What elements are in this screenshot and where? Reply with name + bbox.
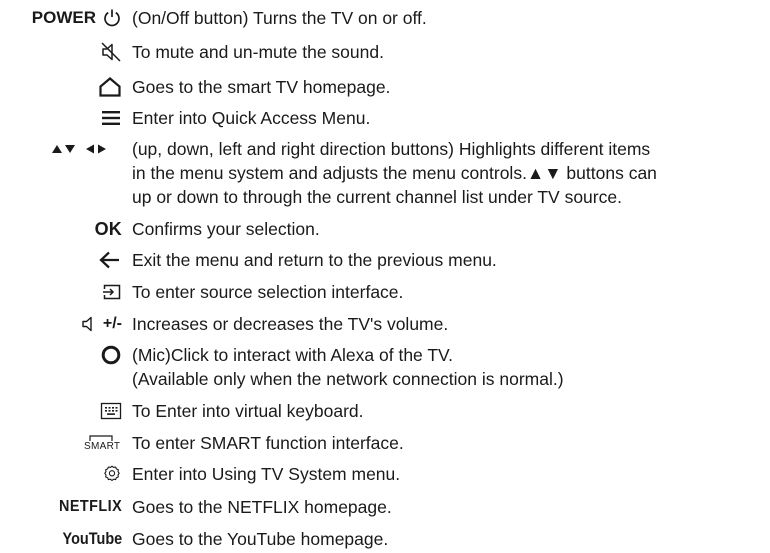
netflix-description: Goes to the NETFLIX homepage.	[132, 497, 392, 517]
mic-key	[0, 343, 122, 367]
power-icon	[102, 8, 122, 28]
source-description: To enter source selection interface.	[132, 282, 404, 302]
mic-description-line-2: (Available only when the network connect…	[132, 369, 564, 389]
power-key: POWER	[0, 6, 122, 30]
smart-icon: SMART	[80, 432, 122, 454]
mute-description: To mute and un-mute the sound.	[132, 42, 384, 62]
direction-description-line-2: in the menu system and adjusts the menu …	[132, 163, 657, 183]
volume-icon	[81, 315, 99, 333]
settings-key	[0, 462, 122, 486]
smart-label: SMART	[84, 441, 121, 452]
netflix-logo: NETFLIX	[58, 498, 122, 515]
home-icon	[98, 76, 122, 98]
ok-description: Confirms your selection.	[132, 219, 320, 239]
youtube-logo: YouTube	[62, 529, 122, 548]
settings-gear-icon	[102, 464, 122, 484]
menu-key	[0, 106, 122, 130]
menu-description: Enter into Quick Access Menu.	[132, 108, 371, 128]
youtube-key: YouTube	[0, 527, 122, 551]
mic-icon	[100, 344, 122, 366]
direction-arrows-icon	[50, 142, 122, 156]
back-arrow-icon	[98, 250, 122, 270]
keyboard-description: To Enter into virtual keyboard.	[132, 401, 364, 421]
mute-key	[0, 40, 122, 64]
youtube-description: Goes to the YouTube homepage.	[132, 529, 389, 549]
direction-key: ▲▼◀▶	[0, 137, 122, 161]
home-key	[0, 75, 122, 99]
ok-label: OK	[94, 218, 122, 239]
settings-description: Enter into Using TV System menu.	[132, 464, 401, 484]
mic-description-line-1: (Mic)Click to interact with Alexa of the…	[132, 345, 453, 365]
home-description: Goes to the smart TV homepage.	[132, 77, 391, 97]
volume-description: Increases or decreases the TV's volume.	[132, 314, 449, 334]
direction-description-line-3: up or down to through the current channe…	[132, 187, 622, 207]
menu-icon	[100, 109, 122, 127]
ok-key: OK	[0, 217, 122, 241]
smart-description: To enter SMART function interface.	[132, 433, 404, 453]
back-description: Exit the menu and return to the previous…	[132, 250, 497, 270]
back-key	[0, 248, 122, 272]
netflix-key: NETFLIX	[0, 495, 122, 519]
keyboard-key	[0, 399, 122, 423]
volume-plus-minus-label: +/-	[102, 315, 122, 332]
volume-key: +/-	[0, 312, 122, 336]
direction-description-line-1: (up, down, left and right direction butt…	[132, 139, 651, 159]
source-key	[0, 280, 122, 304]
power-label: POWER	[31, 8, 96, 27]
smart-key: SMART	[0, 431, 122, 455]
keyboard-icon	[100, 402, 122, 420]
power-description: (On/Off button) Turns the TV on or off.	[132, 8, 427, 28]
mute-icon	[100, 41, 122, 63]
source-input-icon	[102, 283, 122, 301]
